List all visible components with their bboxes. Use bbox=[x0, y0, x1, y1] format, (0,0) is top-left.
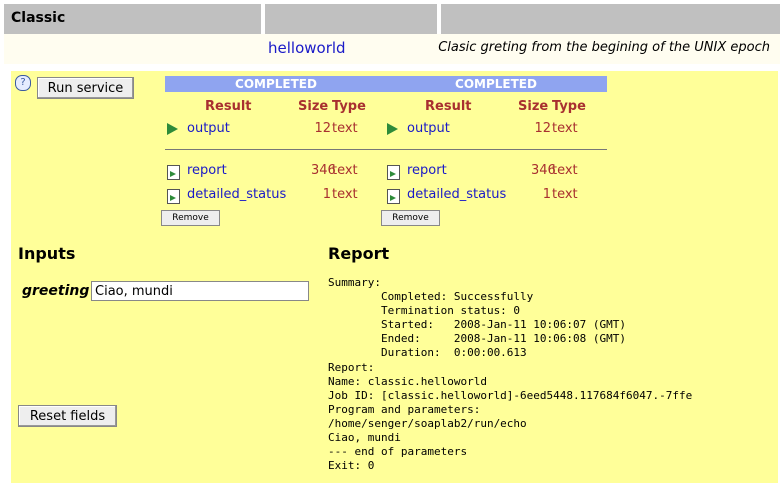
result-link-report[interactable]: report bbox=[187, 163, 227, 178]
result-type: text bbox=[552, 187, 578, 202]
result-size: 1 bbox=[322, 187, 331, 202]
column-header-result: Result bbox=[425, 99, 472, 114]
greeting-input[interactable] bbox=[91, 281, 309, 301]
column-header-type: Type bbox=[332, 99, 366, 114]
result-size: 12 bbox=[534, 121, 551, 136]
service-description-row: helloworld Clasic greting from the begin… bbox=[4, 34, 780, 64]
header-cell-title: Classic bbox=[4, 4, 261, 34]
result-type: text bbox=[332, 121, 358, 136]
result-link-output[interactable]: output bbox=[407, 121, 450, 136]
play-arrow-icon bbox=[167, 123, 178, 135]
result-size: 1 bbox=[542, 187, 551, 202]
result-type: text bbox=[552, 121, 578, 136]
result-link-output[interactable]: output bbox=[187, 121, 230, 136]
run-service-button[interactable]: Run service bbox=[37, 77, 134, 99]
result-size: 12 bbox=[314, 121, 331, 136]
header-bar: Classic bbox=[0, 0, 780, 34]
reset-fields-button[interactable]: Reset fields bbox=[18, 405, 117, 427]
result-link-detailed-status[interactable]: detailed_status bbox=[407, 187, 506, 202]
document-icon bbox=[387, 189, 400, 204]
result-link-report[interactable]: report bbox=[407, 163, 447, 178]
divider bbox=[385, 149, 607, 150]
service-description: Clasic greting from the begining of the … bbox=[438, 40, 770, 55]
job-result-block: COMPLETED Result Size Type output 12 tex… bbox=[161, 76, 387, 226]
job-result-block: COMPLETED Result Size Type output 12 tex… bbox=[381, 76, 607, 226]
column-header-type: Type bbox=[552, 99, 586, 114]
remove-job-button[interactable]: Remove bbox=[161, 210, 220, 226]
document-icon bbox=[387, 165, 400, 180]
greeting-label: greeting bbox=[22, 283, 90, 299]
result-row-output[interactable]: output 12 text bbox=[385, 121, 607, 139]
column-header-size: Size bbox=[518, 99, 549, 114]
result-type: text bbox=[552, 163, 578, 178]
header-cell-empty bbox=[265, 4, 437, 34]
document-icon bbox=[167, 189, 180, 204]
result-link-detailed-status[interactable]: detailed_status bbox=[187, 187, 286, 202]
header-title: Classic bbox=[11, 10, 66, 26]
service-panel: ? Run service COMPLETED Result Size Type… bbox=[11, 71, 778, 483]
job-status-bar: COMPLETED bbox=[385, 76, 607, 92]
result-row-report[interactable]: report 346 text bbox=[165, 163, 387, 181]
column-header-result: Result bbox=[205, 99, 252, 114]
result-row-report[interactable]: report 346 text bbox=[385, 163, 607, 181]
help-icon[interactable]: ? bbox=[15, 75, 31, 91]
inputs-heading: Inputs bbox=[18, 244, 76, 263]
result-type: text bbox=[332, 187, 358, 202]
report-text: Summary: Completed: Successfully Termina… bbox=[328, 276, 693, 473]
remove-job-button[interactable]: Remove bbox=[381, 210, 440, 226]
result-size: 346 bbox=[311, 163, 336, 178]
column-header-size: Size bbox=[298, 99, 329, 114]
service-name-link[interactable]: helloworld bbox=[268, 39, 346, 57]
document-icon bbox=[167, 165, 180, 180]
header-cell-empty-2 bbox=[441, 4, 780, 34]
play-arrow-icon bbox=[387, 123, 398, 135]
divider bbox=[165, 149, 387, 150]
report-heading: Report bbox=[328, 244, 390, 263]
result-type: text bbox=[332, 163, 358, 178]
result-row-detailed-status[interactable]: detailed_status 1 text bbox=[165, 187, 387, 205]
job-status-bar: COMPLETED bbox=[165, 76, 387, 92]
result-row-detailed-status[interactable]: detailed_status 1 text bbox=[385, 187, 607, 205]
result-size: 346 bbox=[531, 163, 556, 178]
result-row-output[interactable]: output 12 text bbox=[165, 121, 387, 139]
